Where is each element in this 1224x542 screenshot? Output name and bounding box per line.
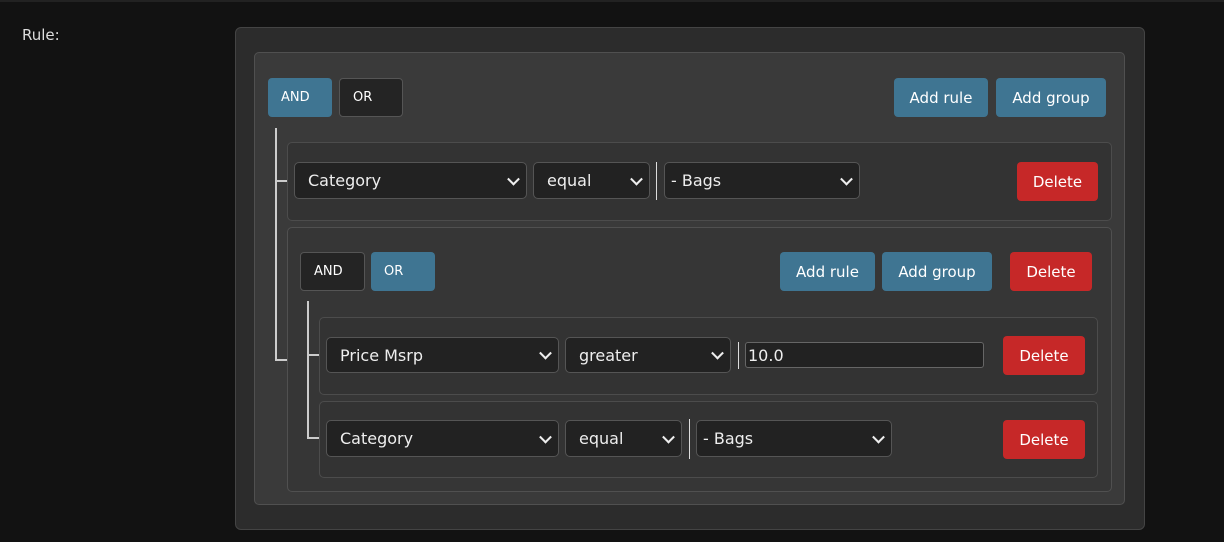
group-add-rule-button[interactable]: Add rule [780,252,875,291]
operator-select[interactable]: equal [533,162,650,199]
root-add-rule-button[interactable]: Add rule [894,78,988,117]
tree-line [307,301,309,439]
separator [738,342,739,369]
operator-value: greater [579,345,638,365]
rule-label: Rule: [22,26,60,44]
delete-rule-button[interactable]: Delete [1017,162,1098,201]
chevron-down-icon [539,430,552,444]
group-and-toggle[interactable]: AND [300,252,365,291]
operator-value: equal [579,429,624,448]
delete-rule-button[interactable]: Delete [1003,336,1085,375]
separator [656,162,657,200]
value-input[interactable]: 10.0 [745,342,984,368]
field-value: Category [308,171,382,190]
chevron-down-icon [630,172,643,186]
root-or-toggle[interactable]: OR [339,78,403,117]
value-select[interactable]: - Bags [696,420,892,457]
field-select[interactable]: Category [326,420,559,457]
chevron-down-icon [711,346,724,360]
field-value: Price Msrp [340,345,423,365]
value-text: - Bags [671,171,722,190]
chevron-down-icon [840,172,853,186]
top-divider [0,0,1224,2]
value-text: - Bags [703,429,754,448]
delete-rule-button[interactable]: Delete [1003,420,1085,459]
delete-group-button[interactable]: Delete [1010,252,1092,291]
tree-line [275,128,277,361]
root-and-toggle[interactable]: AND [268,78,332,117]
group-or-toggle[interactable]: OR [371,252,435,291]
root-add-group-button[interactable]: Add group [996,78,1106,117]
field-select[interactable]: Price Msrp [326,337,559,373]
chevron-down-icon [872,430,885,444]
operator-select[interactable]: greater [565,337,731,373]
operator-value: equal [547,171,592,190]
value-select[interactable]: - Bags [664,162,860,199]
separator [689,419,690,459]
field-select[interactable]: Category [294,162,527,199]
chevron-down-icon [662,430,675,444]
operator-select[interactable]: equal [565,420,682,457]
chevron-down-icon [539,346,552,360]
field-value: Category [340,429,414,448]
chevron-down-icon [507,172,520,186]
group-add-group-button[interactable]: Add group [882,252,992,291]
